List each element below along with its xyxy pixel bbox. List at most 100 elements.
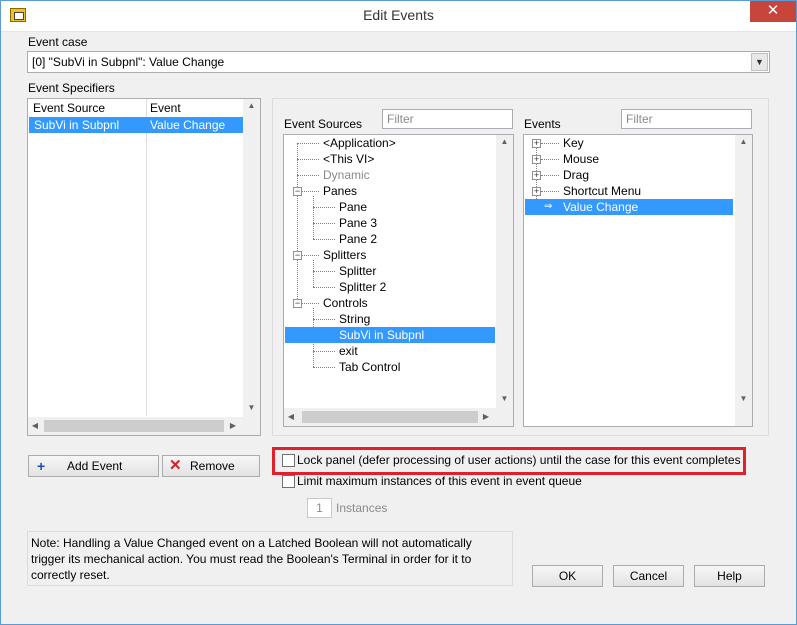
remove-button[interactable]: ✕ Remove [162,455,260,477]
tree-item-pane-3[interactable]: Pane 3 [337,215,379,231]
column-divider [146,99,147,416]
event-item-value-change[interactable]: Value Change [525,199,733,215]
collapse-icon[interactable]: − [293,187,302,196]
note-box: Note: Handling a Value Changed event on … [27,531,513,586]
event-case-dropdown[interactable]: [0] "SubVi in Subpnl": Value Change ▼ [27,51,770,73]
remove-label: Remove [190,459,235,473]
vertical-scrollbar[interactable]: ▲ ▼ [496,135,513,408]
events-filter-input[interactable]: Filter [621,109,752,129]
event-specifiers-label: Event Specifiers [28,81,115,95]
add-event-button[interactable]: + Add Event [28,455,159,477]
expand-icon[interactable]: + [532,171,541,180]
instances-label: Instances [336,501,388,515]
tree-item-pane[interactable]: Pane [337,199,369,215]
event-case-value: [0] "SubVi in Subpnl": Value Change [32,55,225,69]
events-label: Events [524,117,561,131]
tree-item-splitter-2[interactable]: Splitter 2 [337,279,388,295]
expand-icon[interactable]: + [532,139,541,148]
ok-button[interactable]: OK [532,565,603,587]
add-event-label: Add Event [67,459,123,473]
tree-connector [297,143,298,307]
row-event-source: SubVi in Subpnl [34,118,120,132]
row-event: Value Change [150,118,226,132]
title-bar: Edit Events ✕ [0,0,797,32]
scroll-down-arrow-icon[interactable]: ▼ [496,394,513,403]
instances-spinner-input[interactable]: 1 [307,498,332,518]
expand-icon[interactable]: + [532,187,541,196]
tree-connector [541,191,559,192]
scroll-down-arrow-icon[interactable]: ▼ [735,394,752,403]
lock-panel-checkbox[interactable] [282,454,295,467]
tree-item-this-vi[interactable]: <This VI> [321,151,376,167]
horizontal-scrollbar[interactable]: ◀ ▶ [28,417,260,435]
column-header-event: Event [150,101,181,115]
note-text: Note: Handling a Value Changed event on … [31,536,472,582]
collapse-icon[interactable]: − [293,251,302,260]
scrollbar-thumb[interactable] [302,411,478,423]
tree-connector [313,223,335,224]
limit-instances-checkbox[interactable] [282,475,295,488]
tree-connector [297,159,319,160]
tree-connector [541,159,559,160]
table-row[interactable]: SubVi in Subpnl Value Change [29,117,243,133]
tree-item-string[interactable]: String [337,311,372,327]
window-title: Edit Events [363,7,434,23]
event-sources-filter-input[interactable]: Filter [382,109,513,129]
tree-connector [313,207,335,208]
column-header-event-source: Event Source [33,101,106,115]
events-tree[interactable]: + + + + Key Mouse Drag Shortcut Menu Val… [523,134,753,427]
tree-item-application[interactable]: <Application> [321,135,398,151]
lock-panel-label: Lock panel (defer processing of user act… [297,453,741,467]
tree-connector [313,239,335,240]
event-sources-tree[interactable]: − − − <Application> <This VI> Dynamic Pa… [283,134,514,427]
scroll-left-arrow-icon[interactable]: ◀ [30,421,40,430]
help-button[interactable]: Help [694,565,765,587]
red-x-icon: ✕ [169,457,182,474]
tree-connector [313,287,335,288]
tree-connector [313,271,335,272]
scrollbar-thumb[interactable] [44,420,224,432]
tree-connector [313,319,335,320]
tree-item-splitters[interactable]: Splitters [321,247,368,263]
scroll-down-arrow-icon[interactable]: ▼ [243,403,260,412]
tree-item-subvi-in-subpnl[interactable]: SubVi in Subpnl [285,327,495,343]
tree-item-splitter[interactable]: Splitter [337,263,378,279]
tree-item-panes[interactable]: Panes [321,183,359,199]
tree-connector [297,175,319,176]
scroll-left-arrow-icon[interactable]: ◀ [286,412,296,421]
tree-connector [313,260,314,287]
vertical-scrollbar[interactable]: ▲ ▼ [243,99,260,417]
tree-connector [541,143,559,144]
tree-item-dynamic: Dynamic [323,168,370,182]
tree-connector [313,196,314,239]
scroll-up-arrow-icon[interactable]: ▲ [496,137,513,146]
event-item-shortcut-menu[interactable]: Shortcut Menu [561,183,643,199]
tree-item-tab-control[interactable]: Tab Control [337,359,402,375]
event-specifiers-table[interactable]: Event Source Event SubVi in Subpnl Value… [27,98,261,436]
table-header: Event Source Event [28,99,260,117]
tree-item-controls[interactable]: Controls [321,295,370,311]
plus-icon: + [37,458,46,474]
tree-item-exit[interactable]: exit [337,343,360,359]
tree-connector [297,143,319,144]
limit-instances-label: Limit maximum instances of this event in… [297,474,582,488]
event-item-key[interactable]: Key [561,135,586,151]
cancel-button[interactable]: Cancel [613,565,684,587]
event-case-label: Event case [28,35,88,49]
tree-connector [313,367,335,368]
scroll-up-arrow-icon[interactable]: ▲ [735,137,752,146]
event-item-mouse[interactable]: Mouse [561,151,601,167]
scroll-right-arrow-icon[interactable]: ▶ [228,421,238,430]
chevron-down-icon[interactable]: ▼ [751,53,768,71]
arrow-right-icon: ⇒ [544,201,553,212]
tree-connector [541,175,559,176]
scroll-up-arrow-icon[interactable]: ▲ [243,101,260,110]
expand-icon[interactable]: + [532,155,541,164]
tree-item-pane-2[interactable]: Pane 2 [337,231,379,247]
horizontal-scrollbar[interactable]: ◀ ▶ [284,408,513,426]
vertical-scrollbar[interactable]: ▲ ▼ [735,135,752,426]
scroll-right-arrow-icon[interactable]: ▶ [481,412,491,421]
close-button[interactable]: ✕ [750,0,796,22]
event-item-drag[interactable]: Drag [561,167,591,183]
collapse-icon[interactable]: − [293,299,302,308]
